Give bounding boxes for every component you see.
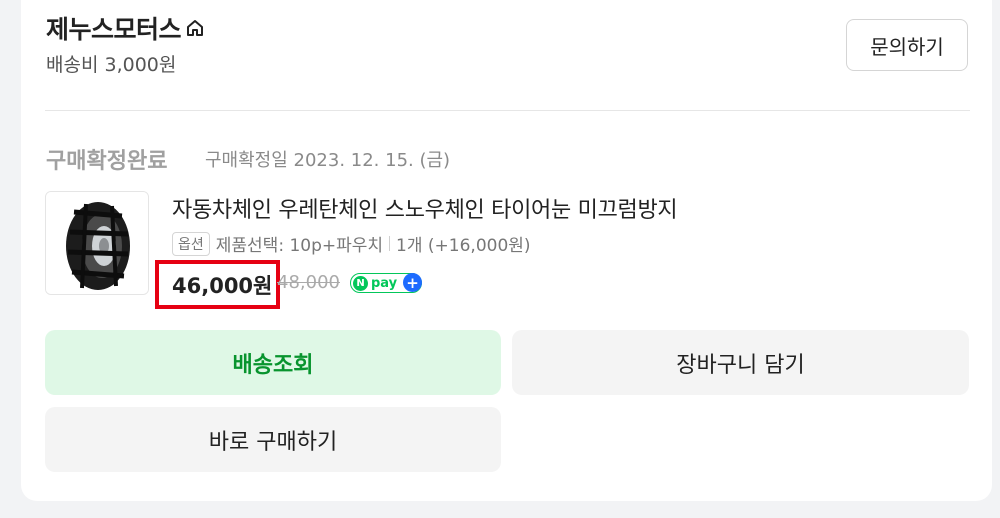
npay-badge: N pay + bbox=[350, 273, 422, 293]
tire-chain-image bbox=[46, 192, 148, 294]
option-text: 제품선택: 10p+파우치 bbox=[215, 236, 384, 256]
plus-icon: + bbox=[403, 273, 422, 292]
product-thumbnail[interactable] bbox=[45, 191, 149, 295]
store-name[interactable]: 제누스모터스 bbox=[46, 10, 205, 46]
product-name[interactable]: 자동차체인 우레탄체인 스노우체인 타이어눈 미끄럼방지 bbox=[172, 192, 678, 224]
original-price: 48,000 bbox=[277, 272, 340, 293]
inquiry-button[interactable]: 문의하기 bbox=[846, 19, 968, 71]
track-delivery-button[interactable]: 배송조회 bbox=[45, 330, 501, 395]
divider bbox=[45, 110, 970, 111]
add-to-cart-button[interactable]: 장바구니 담기 bbox=[512, 330, 969, 395]
home-icon[interactable] bbox=[185, 18, 205, 38]
quantity-text: 1개 (+16,000원) bbox=[396, 236, 531, 256]
confirm-date: 구매확정일 2023. 12. 15. (금) bbox=[205, 150, 451, 171]
option-separator bbox=[389, 236, 391, 251]
shipping-fee: 배송비 3,000원 bbox=[46, 54, 177, 76]
option-tag: 옵션 bbox=[172, 231, 210, 256]
buy-now-button[interactable]: 바로 구매하기 bbox=[45, 407, 501, 472]
store-name-label[interactable]: 제누스모터스 bbox=[46, 10, 182, 46]
npay-text: pay bbox=[371, 275, 398, 291]
order-status: 구매확정완료 bbox=[46, 149, 168, 174]
option-row: 옵션 제품선택: 10p+파우치 1개 (+16,000원) bbox=[172, 231, 531, 256]
npay-n-icon: N bbox=[353, 275, 368, 291]
product-price: 46,000원 bbox=[172, 274, 273, 298]
